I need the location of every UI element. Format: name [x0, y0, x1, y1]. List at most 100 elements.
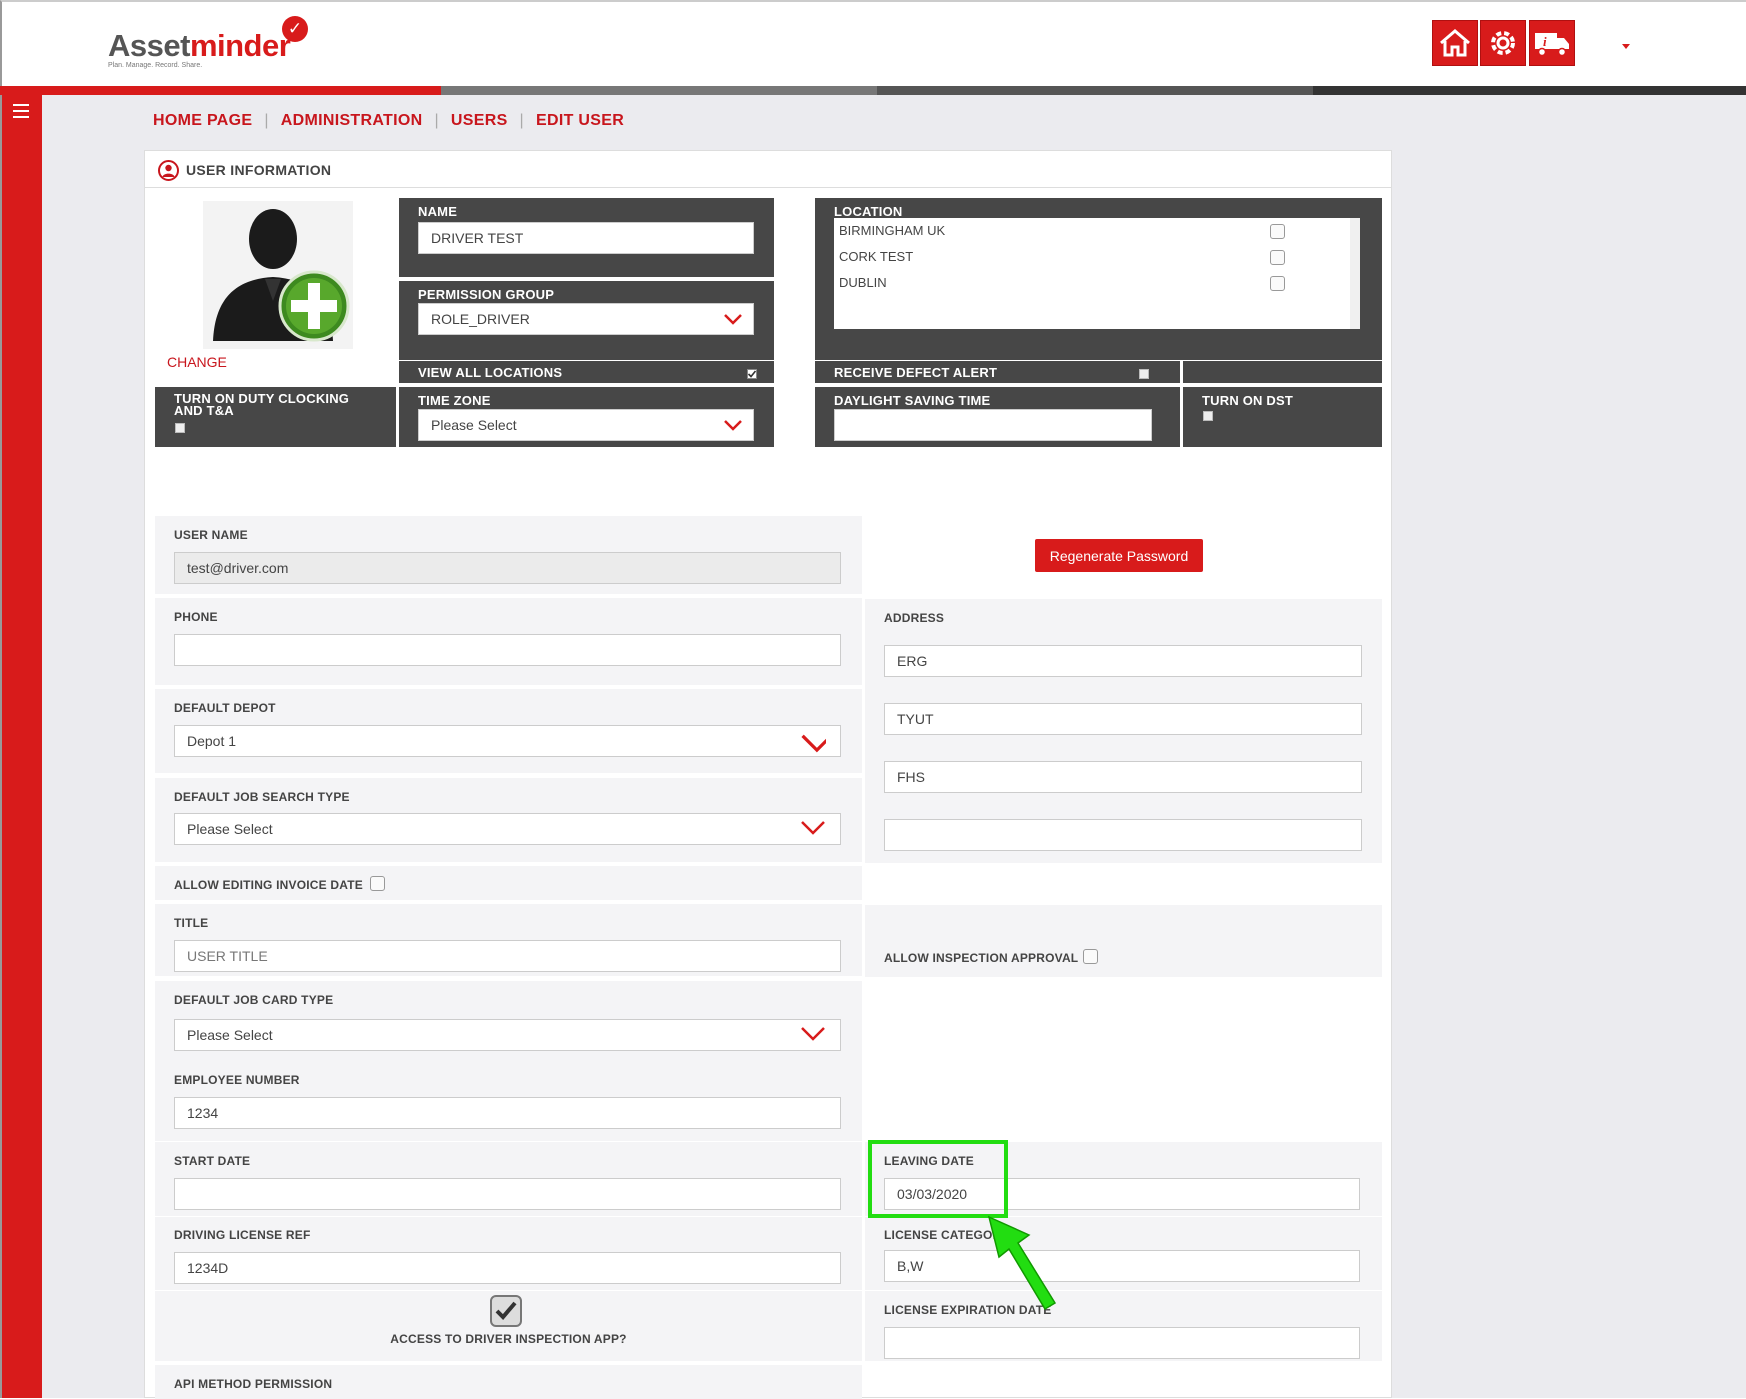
- default-job-search-type-select[interactable]: Please Select: [174, 813, 841, 845]
- duty-clocking-checkbox[interactable]: [175, 423, 185, 433]
- permission-group-select[interactable]: ROLE_DRIVER: [418, 303, 754, 335]
- employee-number-label: EMPLOYEE NUMBER: [174, 1073, 300, 1087]
- title-input[interactable]: USER TITLE: [174, 940, 841, 972]
- location-checkbox-cork[interactable]: [1270, 250, 1285, 265]
- license-category-input[interactable]: B,W: [884, 1250, 1360, 1282]
- chevron-down-icon: [801, 1027, 825, 1041]
- license-category-value: B,W: [897, 1258, 924, 1274]
- default-job-card-type-label: DEFAULT JOB CARD TYPE: [174, 993, 334, 1007]
- allow-editing-invoice-date-checkbox[interactable]: [370, 876, 385, 891]
- home-button[interactable]: [1432, 20, 1478, 66]
- address-line-3-input[interactable]: FHS: [884, 761, 1362, 793]
- api-method-permission-label: API METHOD PERMISSION: [174, 1377, 333, 1391]
- address-block: ADDRESS ERG TYUT FHS: [865, 599, 1382, 863]
- top-bar: Assetminder Plan. Manage. Record. Share.…: [0, 0, 1746, 86]
- address-line-4-input[interactable]: [884, 819, 1362, 851]
- address-line-1-input[interactable]: ERG: [884, 645, 1362, 677]
- gear-icon: [1491, 31, 1515, 55]
- receive-defect-alert-section: RECEIVE DEFECT ALERT: [815, 361, 1180, 383]
- license-expiration-date-row: LICENSE EXPIRATION DATE: [865, 1291, 1382, 1361]
- start-date-input[interactable]: [174, 1178, 841, 1210]
- location-checkbox-dublin[interactable]: [1270, 276, 1285, 291]
- driving-license-ref-input[interactable]: 1234D: [174, 1252, 841, 1284]
- vehicle-info-button[interactable]: i: [1529, 20, 1575, 66]
- breadcrumb-users[interactable]: USERS: [451, 112, 508, 130]
- duty-clocking-label: TURN ON DUTY CLOCKING AND T&A: [174, 392, 349, 417]
- start-date-label: START DATE: [174, 1154, 251, 1168]
- turn-on-dst-label: TURN ON DST: [1202, 393, 1294, 408]
- chevron-down-icon: [724, 420, 742, 431]
- daylight-saving-time-input[interactable]: [834, 409, 1152, 441]
- allow-inspection-approval-row: ALLOW INSPECTION APPROVAL: [865, 905, 1382, 977]
- permission-group-value: ROLE_DRIVER: [431, 311, 530, 327]
- checkmark-icon: [495, 1301, 517, 1320]
- sidebar: [0, 95, 42, 1398]
- employee-number-value: 1234: [187, 1105, 219, 1121]
- duty-clocking-section: TURN ON DUTY CLOCKING AND T&A: [155, 387, 396, 447]
- assetminder-logo[interactable]: Assetminder Plan. Manage. Record. Share.: [108, 28, 291, 69]
- allow-inspection-approval-label: ALLOW INSPECTION APPROVAL: [884, 951, 1079, 965]
- breadcrumb-administration[interactable]: ADMINISTRATION: [281, 112, 423, 130]
- employee-number-input[interactable]: 1234: [174, 1097, 841, 1129]
- default-depot-select[interactable]: Depot 1: [174, 725, 841, 757]
- access-driver-inspection-app-label: ACCESS TO DRIVER INSPECTION APP?: [390, 1332, 627, 1346]
- progress-strip-gray: [441, 86, 877, 95]
- name-label: NAME: [418, 204, 458, 219]
- start-date-row: START DATE: [155, 1142, 862, 1216]
- receive-defect-alert-checkbox[interactable]: [1139, 369, 1149, 379]
- location-item-birmingham: BIRMINGHAM UK: [839, 223, 946, 238]
- change-photo-link[interactable]: CHANGE: [167, 354, 227, 370]
- default-depot-row: DEFAULT DEPOT Depot 1: [155, 689, 862, 773]
- breadcrumb-separator: |: [264, 112, 269, 129]
- driving-license-ref-value: 1234D: [187, 1260, 229, 1276]
- user-name-input[interactable]: test@driver.com: [174, 552, 841, 584]
- access-driver-inspection-app-checkbox[interactable]: [490, 1295, 522, 1327]
- location-item-cork: CORK TEST: [839, 249, 914, 264]
- checkmark-icon: [747, 370, 757, 378]
- chevron-down-icon: [724, 314, 742, 325]
- phone-input[interactable]: [174, 634, 841, 666]
- time-zone-select[interactable]: Please Select: [418, 409, 754, 441]
- access-driver-inspection-app-row: ACCESS TO DRIVER INSPECTION APP?: [155, 1291, 862, 1361]
- user-information-panel: USER INFORMATION CHANGE NAME DRIVER TEST…: [144, 150, 1392, 1399]
- user-name-value: test@driver.com: [187, 560, 289, 576]
- title-row: TITLE USER TITLE: [155, 904, 862, 976]
- address-line-3-value: FHS: [897, 769, 925, 785]
- location-checkbox-birmingham[interactable]: [1270, 224, 1285, 239]
- address-line-2-input[interactable]: TYUT: [884, 703, 1362, 735]
- location-list[interactable]: BIRMINGHAM UK CORK TEST DUBLIN: [834, 218, 1360, 329]
- regenerate-password-button[interactable]: Regenerate Password: [1035, 539, 1203, 572]
- location-label: LOCATION: [834, 204, 903, 219]
- user-menu-caret-icon[interactable]: [1622, 44, 1630, 49]
- breadcrumb-home-page[interactable]: HOME PAGE: [153, 112, 252, 130]
- panel-header: USER INFORMATION: [145, 151, 1391, 188]
- breadcrumb-edit-user[interactable]: EDIT USER: [536, 112, 624, 130]
- location-list-scrollbar[interactable]: [1350, 218, 1360, 329]
- leaving-date-highlight-box: [868, 1140, 1008, 1218]
- progress-strip-dark: [1313, 86, 1746, 95]
- chevron-down-icon: [801, 734, 826, 753]
- receive-defect-alert-label: RECEIVE DEFECT ALERT: [834, 365, 998, 380]
- name-input[interactable]: DRIVER TEST: [418, 222, 754, 254]
- location-section: LOCATION BIRMINGHAM UK CORK TEST DUBLIN: [815, 198, 1382, 360]
- permission-group-section: PERMISSION GROUP ROLE_DRIVER: [399, 281, 774, 360]
- allow-editing-invoice-date-label: ALLOW EDITING INVOICE DATE: [174, 878, 363, 892]
- time-zone-value: Please Select: [431, 417, 517, 433]
- progress-strip-darkgray: [877, 86, 1313, 95]
- allow-inspection-approval-checkbox[interactable]: [1083, 949, 1098, 964]
- hamburger-menu-icon[interactable]: [13, 104, 29, 118]
- default-job-card-type-select[interactable]: Please Select: [174, 1019, 841, 1051]
- empty-dark-cell: [1183, 361, 1382, 383]
- license-expiration-date-input[interactable]: [884, 1327, 1360, 1359]
- turn-on-dst-checkbox[interactable]: [1203, 411, 1213, 421]
- profile-avatar[interactable]: [203, 201, 353, 349]
- daylight-saving-time-label: DAYLIGHT SAVING TIME: [834, 393, 991, 408]
- view-all-locations-checkbox[interactable]: [747, 369, 757, 379]
- address-label: ADDRESS: [884, 611, 945, 625]
- add-photo-plus-icon: [278, 270, 350, 342]
- title-placeholder: USER TITLE: [187, 948, 268, 964]
- default-job-search-type-value: Please Select: [187, 821, 273, 837]
- license-category-row: LICENSE CATEGORY B,W: [865, 1217, 1382, 1290]
- user-name-label: USER NAME: [174, 528, 248, 542]
- settings-button[interactable]: [1480, 20, 1526, 66]
